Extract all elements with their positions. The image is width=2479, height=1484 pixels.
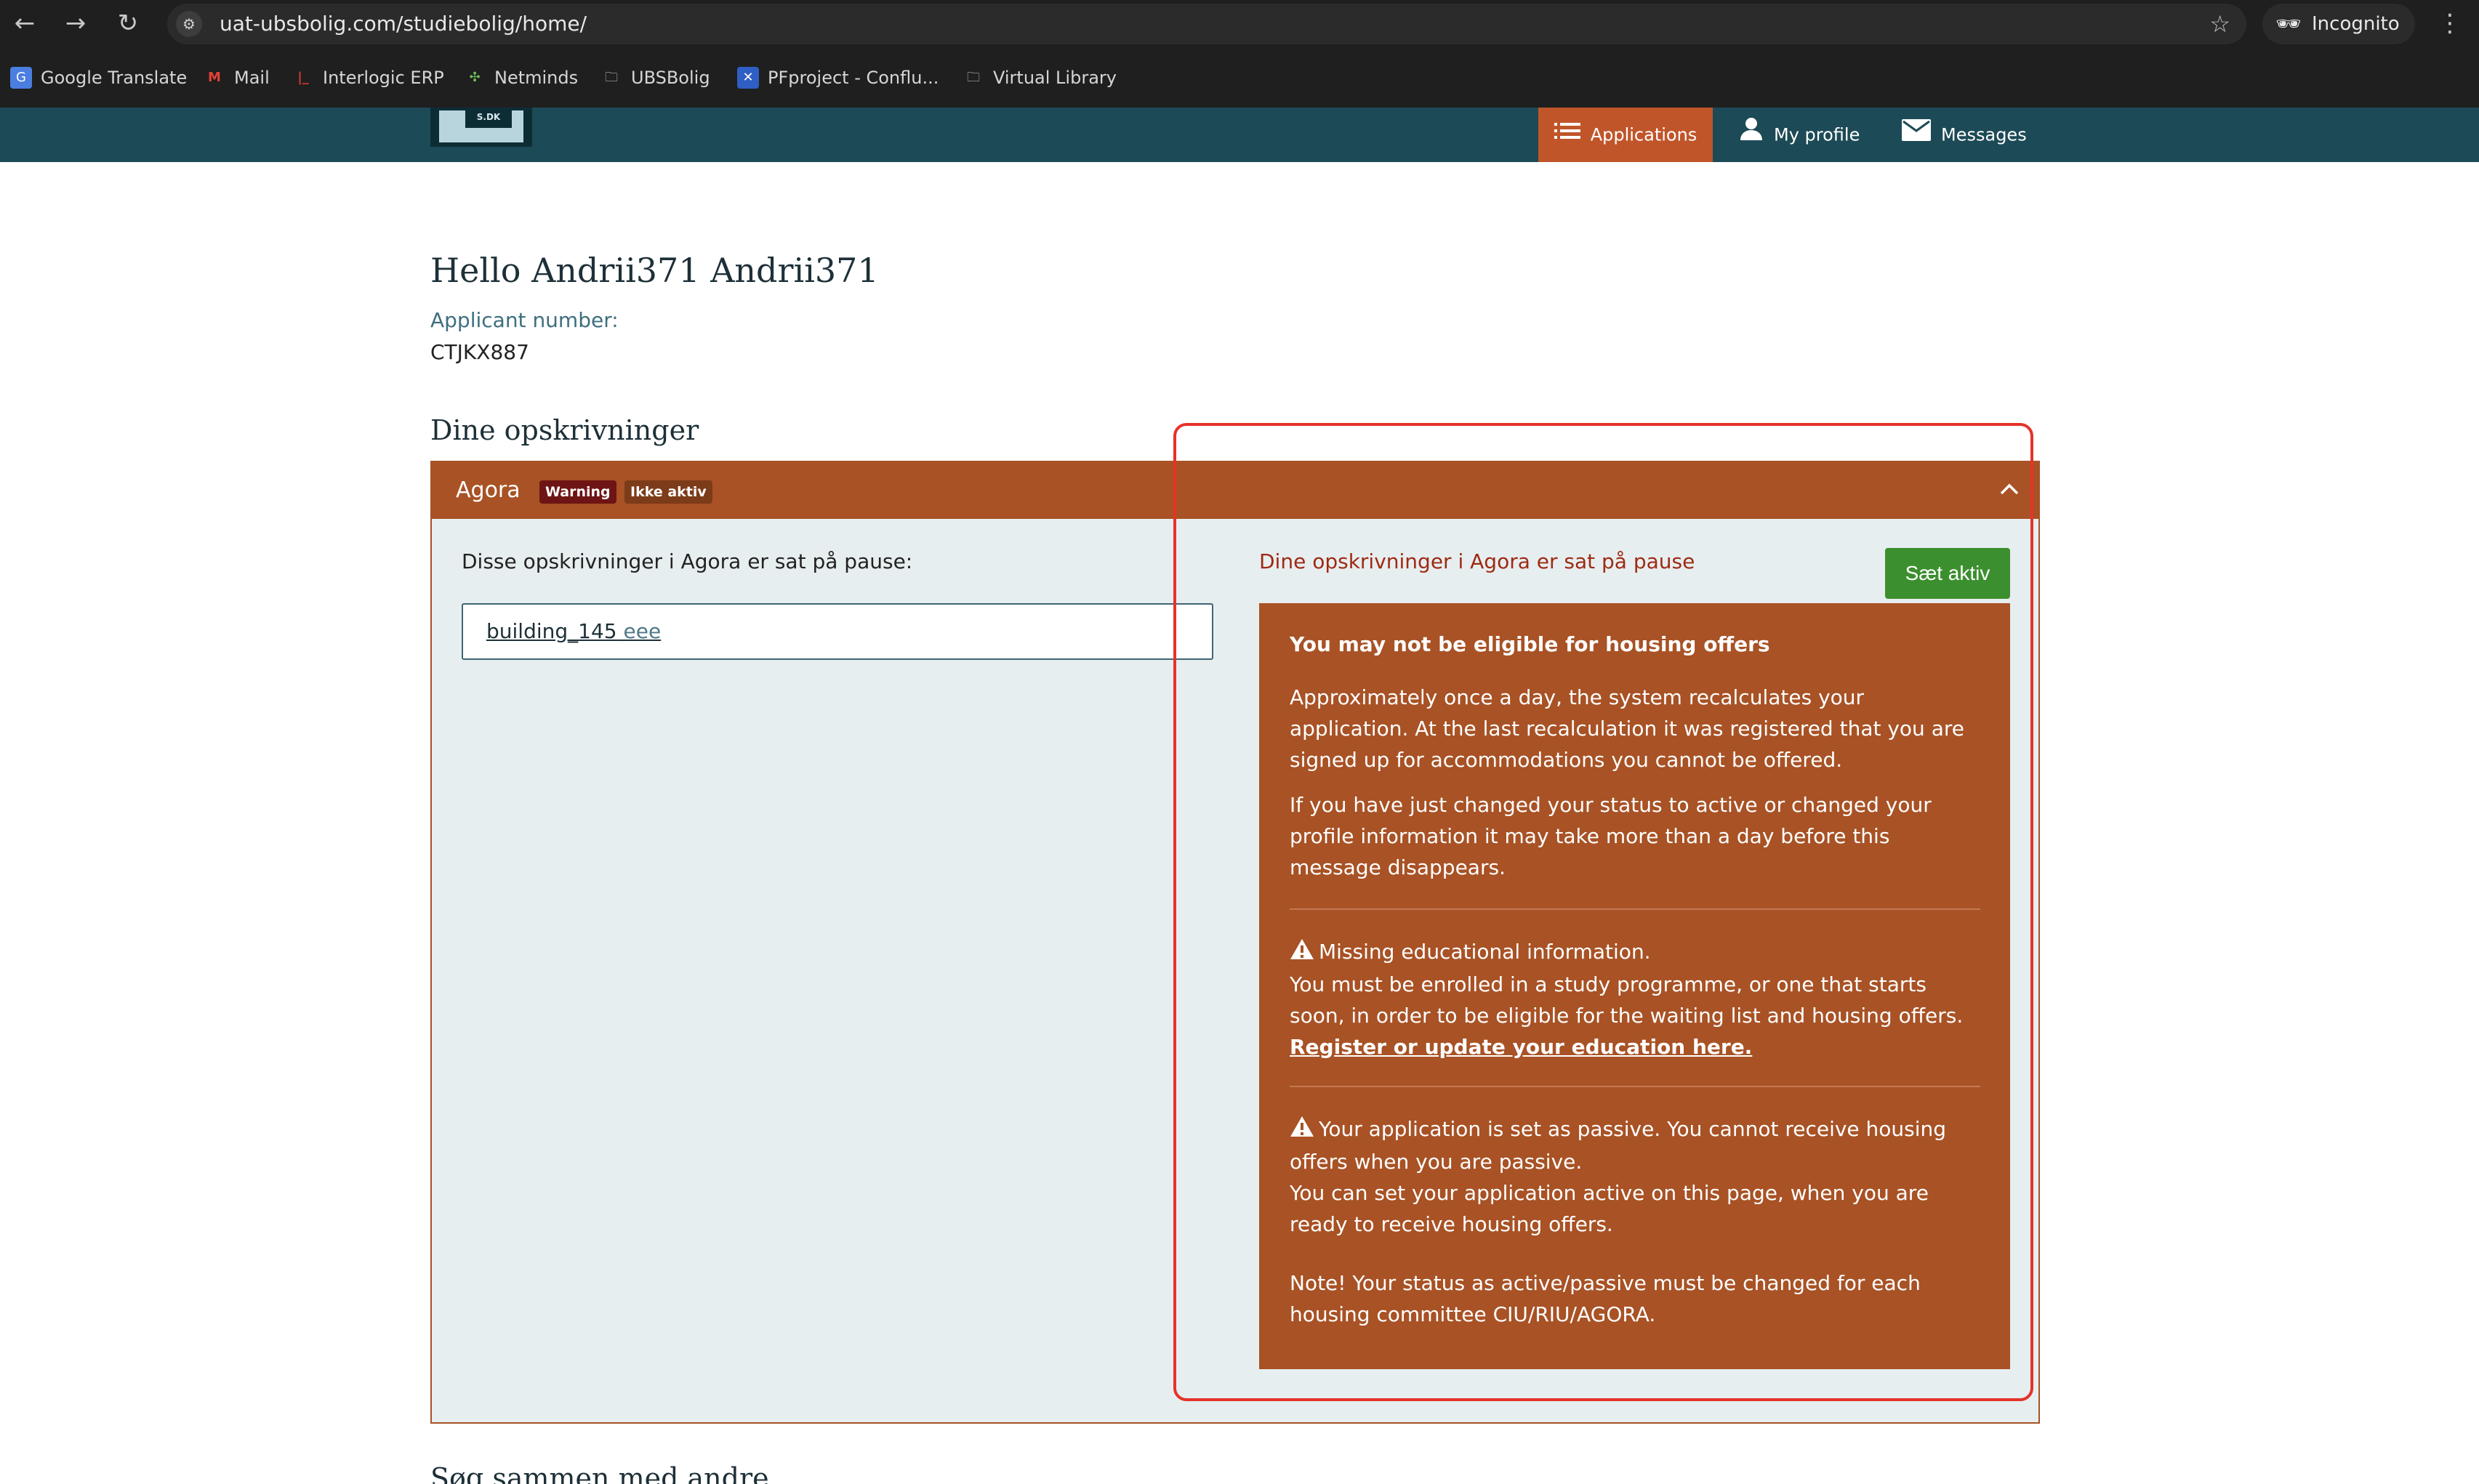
warning-triangle-icon — [1290, 1115, 1319, 1146]
nav-messages[interactable]: Messages — [1902, 108, 2027, 162]
nav-applications[interactable]: Applications — [1538, 108, 1713, 162]
panel-title: Agora — [456, 477, 521, 503]
warning-triangle-icon — [1290, 937, 1319, 969]
section-title: Dine opskrivninger — [430, 414, 699, 446]
registration-panel: Agora Warning Ikke aktiv Disse opskrivni… — [430, 461, 2040, 1424]
nav-my-profile-label: My profile — [1774, 124, 1860, 145]
nav-messages-label: Messages — [1941, 124, 2027, 145]
bookmark-virtual-library[interactable]: 🗀 Virtual Library — [963, 62, 1117, 92]
browser-toolbar: ← → ↻ ⚙ uat-ubsbolig.com/studiebolig/hom… — [0, 0, 2479, 47]
set-active-button[interactable]: Sæt aktiv — [1885, 548, 2010, 599]
next-section-title: Søg sammen med andre — [430, 1462, 769, 1484]
building-name[interactable]: building_145 — [486, 619, 617, 643]
warning-badge: Warning — [539, 480, 616, 504]
bookmark-netminds[interactable]: ✣ Netminds — [464, 62, 578, 92]
passive-warning-text: You can set your application active on t… — [1290, 1180, 1929, 1236]
site-settings-icon[interactable]: ⚙ — [176, 11, 202, 37]
applicant-number-label: Applicant number: — [430, 308, 619, 332]
interlogic-icon: |_ — [297, 70, 309, 85]
paused-description: Disse opskrivninger i Agora er sat på pa… — [462, 549, 913, 573]
bookmark-ubsbolig[interactable]: 🗀 UBSBolig — [600, 62, 710, 92]
passive-warning-title: Your application is set as passive. You … — [1290, 1117, 1947, 1174]
page-greeting: Hello Andrii371 Andrii371 — [430, 251, 879, 290]
building-subtitle[interactable]: eee — [624, 619, 662, 643]
education-warning-title: Missing educational information. — [1319, 940, 1651, 964]
gmail-icon: M — [208, 70, 221, 85]
bookmark-google-translate[interactable]: G Google Translate — [10, 62, 187, 92]
incognito-label: Incognito — [2312, 13, 2400, 35]
person-icon — [1739, 108, 1764, 163]
back-icon[interactable]: ← — [9, 7, 41, 39]
mail-icon — [1902, 108, 1931, 163]
status-change-text: If you have just changed your status to … — [1290, 793, 1932, 879]
google-translate-icon: G — [10, 67, 32, 89]
panel-header[interactable]: Agora Warning Ikke aktiv — [432, 462, 2038, 519]
folder-icon: 🗀 — [605, 70, 618, 85]
browser-menu-icon[interactable]: ⋮ — [2435, 7, 2464, 39]
incognito-icon: 🕶 — [2275, 12, 2302, 36]
register-education-link[interactable]: Register or update your education here. — [1290, 1035, 1752, 1059]
bookmarks-bar: G Google Translate M Mail |_ Interlogic ERP… — [0, 47, 2479, 108]
bookmark-mail[interactable]: M Mail — [204, 62, 270, 92]
status-note: Note! Your status as active/passive must… — [1290, 1271, 1921, 1326]
netminds-icon: ✣ — [469, 70, 481, 85]
education-warning-text: You must be enrolled in a study programm… — [1290, 972, 1964, 1028]
chevron-up-icon[interactable] — [1995, 475, 2024, 504]
folder-icon: 🗀 — [967, 70, 980, 85]
logo-panel: S.DK — [439, 110, 523, 142]
address-bar[interactable]: ⚙ uat-ubsbolig.com/studiebolig/home/ ☆ — [167, 4, 2246, 44]
recalculation-text: Approximately once a day, the system rec… — [1290, 685, 1964, 772]
confluence-icon: ✕ — [737, 67, 759, 89]
nav-my-profile[interactable]: My profile — [1739, 108, 1860, 162]
bookmark-star-icon[interactable]: ☆ — [2209, 4, 2230, 44]
list-icon — [1554, 108, 1580, 163]
building-link[interactable]: building_145 eee — [486, 605, 661, 658]
warning-title: You may not be eligible for housing offe… — [1290, 632, 1770, 656]
site-logo[interactable]: S.DK — [430, 108, 532, 147]
divider — [1290, 1086, 1980, 1087]
logo-text: S.DK — [465, 110, 512, 128]
eligibility-warning-box: You may not be eligible for housing offe… — [1259, 603, 2010, 1369]
passive-warning: Your application is set as passive. You … — [1290, 1113, 1988, 1240]
forward-icon[interactable]: → — [60, 7, 92, 39]
status-badge: Ikke aktiv — [624, 480, 712, 504]
incognito-indicator[interactable]: 🕶 Incognito — [2262, 4, 2415, 44]
bookmark-interlogic-erp[interactable]: |_ Interlogic ERP — [292, 62, 444, 92]
paused-notice: Dine opskrivninger i Agora er sat på pau… — [1259, 549, 1695, 573]
applicant-number-value: CTJKX887 — [430, 340, 529, 364]
site-header — [0, 108, 2479, 162]
divider — [1290, 908, 1980, 910]
url-text[interactable]: uat-ubsbolig.com/studiebolig/home/ — [220, 4, 587, 44]
education-warning: Missing educational information. You mus… — [1290, 936, 1988, 1062]
nav-applications-label: Applications — [1590, 124, 1697, 145]
building-item: building_145 eee — [462, 603, 1213, 660]
bookmark-pfproject[interactable]: ✕ PFproject - Conflu... — [737, 62, 939, 92]
reload-icon[interactable]: ↻ — [112, 7, 144, 39]
